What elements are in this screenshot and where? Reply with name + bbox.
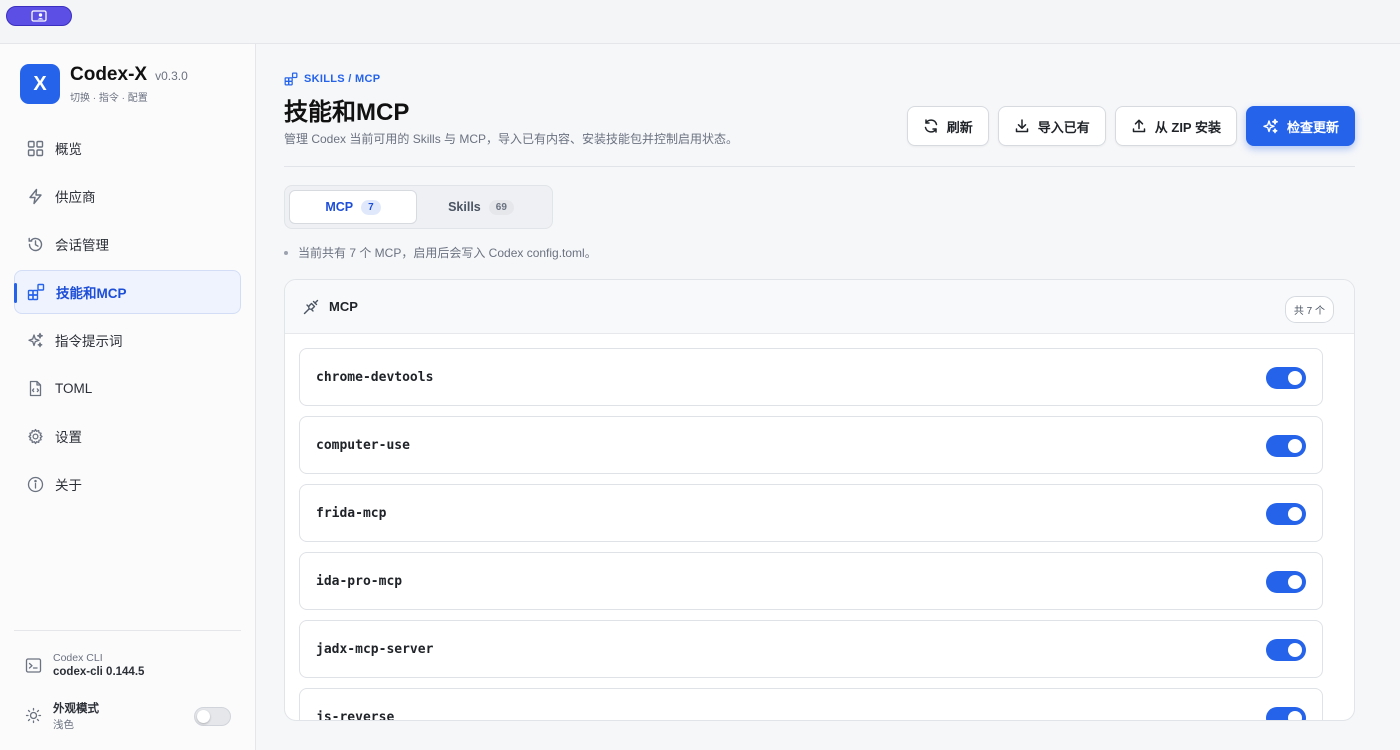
history-icon bbox=[26, 235, 44, 253]
sidebar-item-prompts[interactable]: 指令提示词 bbox=[14, 318, 241, 362]
terminal-icon bbox=[25, 657, 43, 675]
sidebar-item-skills-mcp[interactable]: 技能和MCP bbox=[14, 270, 241, 314]
user-card-icon bbox=[31, 10, 47, 22]
mcp-row: js-reverse bbox=[299, 688, 1323, 721]
panel-header: MCP 共 7 个 bbox=[285, 280, 1354, 334]
breadcrumb-text: SKILLS / MCP bbox=[304, 73, 381, 85]
mcp-name: js-reverse bbox=[316, 709, 395, 721]
install-from-zip-button[interactable]: 从 ZIP 安装 bbox=[1114, 106, 1237, 146]
app-name: Codex-X bbox=[70, 64, 148, 85]
brand: X Codex-X v0.3.0 切换 · 指令 · 配置 bbox=[20, 64, 188, 104]
sidebar-nav: 概览 供应商 会话管理 技能和MCP 指令提示词 TOML 设置 关于 bbox=[14, 126, 241, 510]
tab-count-badge: 69 bbox=[488, 199, 514, 215]
sparkles-icon bbox=[26, 331, 44, 349]
mcp-row: computer-use bbox=[299, 416, 1323, 474]
sidebar-item-settings[interactable]: 设置 bbox=[14, 414, 241, 458]
sidebar-item-label: 设置 bbox=[55, 430, 82, 445]
app-logo: X bbox=[20, 64, 60, 104]
sidebar-item-label: TOML bbox=[55, 380, 93, 396]
blocks-icon bbox=[27, 283, 45, 301]
gear-icon bbox=[26, 427, 44, 445]
tab-bar: MCP 7 Skills 69 bbox=[284, 185, 553, 229]
mcp-name: jadx-mcp-server bbox=[316, 641, 434, 657]
sidebar-item-sessions[interactable]: 会话管理 bbox=[14, 222, 241, 266]
sidebar: X Codex-X v0.3.0 切换 · 指令 · 配置 概览 供应商 会话管… bbox=[0, 44, 256, 750]
appearance-setting: 外观模式 浅色 bbox=[25, 700, 231, 732]
import-existing-label: 导入已有 bbox=[1037, 119, 1090, 135]
panel-count-badge: 共 7 个 bbox=[1284, 296, 1334, 323]
mcp-enabled-toggle[interactable] bbox=[1266, 367, 1306, 389]
refresh-label: 刷新 bbox=[946, 119, 973, 135]
mcp-enabled-toggle[interactable] bbox=[1266, 571, 1306, 593]
app-version: v0.3.0 bbox=[155, 69, 188, 83]
check-updates-label: 检查更新 bbox=[1286, 119, 1339, 135]
mcp-row: jadx-mcp-server bbox=[299, 620, 1323, 678]
refresh-icon bbox=[924, 119, 937, 133]
title-bar bbox=[0, 0, 1400, 44]
mcp-list: chrome-devtools computer-use frida-mcp i… bbox=[285, 334, 1354, 721]
sidebar-item-label: 指令提示词 bbox=[55, 334, 123, 349]
appearance-toggle[interactable] bbox=[194, 706, 231, 726]
grid-icon bbox=[26, 139, 44, 157]
sidebar-item-overview[interactable]: 概览 bbox=[14, 126, 241, 170]
tab-label: Skills bbox=[448, 200, 481, 214]
plug-icon bbox=[303, 299, 319, 314]
page-description: 管理 Codex 当前可用的 Skills 与 MCP，导入已有内容、安装技能包… bbox=[284, 132, 739, 146]
mcp-name: chrome-devtools bbox=[316, 369, 434, 385]
sun-icon bbox=[25, 707, 43, 725]
appearance-label: 外观模式 bbox=[53, 703, 99, 715]
sidebar-item-about[interactable]: 关于 bbox=[14, 462, 241, 506]
sidebar-item-label: 技能和MCP bbox=[56, 286, 127, 301]
mcp-name: computer-use bbox=[316, 437, 410, 453]
cli-info: Codex CLI codex-cli 0.144.5 bbox=[25, 652, 144, 678]
mcp-row: ida-pro-mcp bbox=[299, 552, 1323, 610]
import-existing-button[interactable]: 导入已有 bbox=[997, 106, 1106, 146]
appearance-value: 浅色 bbox=[53, 719, 74, 731]
mcp-enabled-toggle[interactable] bbox=[1266, 435, 1306, 457]
cli-label: Codex CLI bbox=[53, 652, 103, 664]
mcp-panel: MCP 共 7 个 chrome-devtools computer-use f… bbox=[284, 279, 1355, 721]
bullet-dot bbox=[284, 250, 288, 255]
sparkles-icon bbox=[1263, 118, 1278, 133]
sidebar-item-toml[interactable]: TOML bbox=[14, 366, 241, 410]
tab-label: MCP bbox=[325, 200, 354, 214]
refresh-button[interactable]: 刷新 bbox=[906, 106, 989, 146]
sidebar-item-providers[interactable]: 供应商 bbox=[14, 174, 241, 218]
main-content: SKILLS / MCP 技能和MCP 管理 Codex 当前可用的 Skill… bbox=[256, 44, 1400, 750]
sidebar-item-label: 会话管理 bbox=[55, 238, 109, 253]
tab-count-badge: 7 bbox=[361, 199, 381, 215]
info-icon bbox=[26, 475, 44, 493]
profile-switch-button[interactable] bbox=[6, 6, 72, 26]
tab-mcp[interactable]: MCP 7 bbox=[289, 190, 417, 224]
download-icon bbox=[1015, 119, 1028, 133]
mcp-enabled-toggle[interactable] bbox=[1266, 503, 1306, 525]
breadcrumb: SKILLS / MCP bbox=[284, 72, 380, 86]
install-from-zip-label: 从 ZIP 安装 bbox=[1154, 119, 1221, 135]
mcp-row: chrome-devtools bbox=[299, 348, 1323, 406]
mcp-row: frida-mcp bbox=[299, 484, 1323, 542]
page-title: 技能和MCP bbox=[284, 99, 410, 126]
sidebar-item-label: 关于 bbox=[55, 478, 82, 493]
file-code-icon bbox=[26, 379, 44, 397]
sidebar-item-label: 概览 bbox=[55, 142, 82, 157]
upload-icon bbox=[1132, 119, 1146, 133]
header-actions: 刷新 导入已有 从 ZIP 安装 检查更新 bbox=[898, 106, 1355, 146]
mcp-enabled-toggle[interactable] bbox=[1266, 639, 1306, 661]
app-subtitle: 切换 · 指令 · 配置 bbox=[70, 93, 148, 104]
panel-title: MCP bbox=[329, 299, 358, 314]
sidebar-item-label: 供应商 bbox=[55, 190, 96, 205]
info-note-text: 当前共有 7 个 MCP，启用后会写入 Codex config.toml。 bbox=[298, 246, 597, 260]
blocks-icon bbox=[284, 72, 298, 86]
mcp-name: frida-mcp bbox=[316, 505, 387, 521]
mcp-name: ida-pro-mcp bbox=[316, 573, 403, 589]
bolt-icon bbox=[26, 187, 44, 205]
check-updates-button[interactable]: 检查更新 bbox=[1245, 106, 1355, 146]
mcp-enabled-toggle[interactable] bbox=[1266, 707, 1306, 720]
sidebar-divider bbox=[14, 630, 241, 631]
cli-version: codex-cli 0.144.5 bbox=[53, 666, 145, 678]
tab-skills[interactable]: Skills 69 bbox=[417, 190, 545, 224]
info-note: 当前共有 7 个 MCP，启用后会写入 Codex config.toml。 bbox=[284, 244, 597, 261]
header-divider bbox=[284, 166, 1355, 167]
